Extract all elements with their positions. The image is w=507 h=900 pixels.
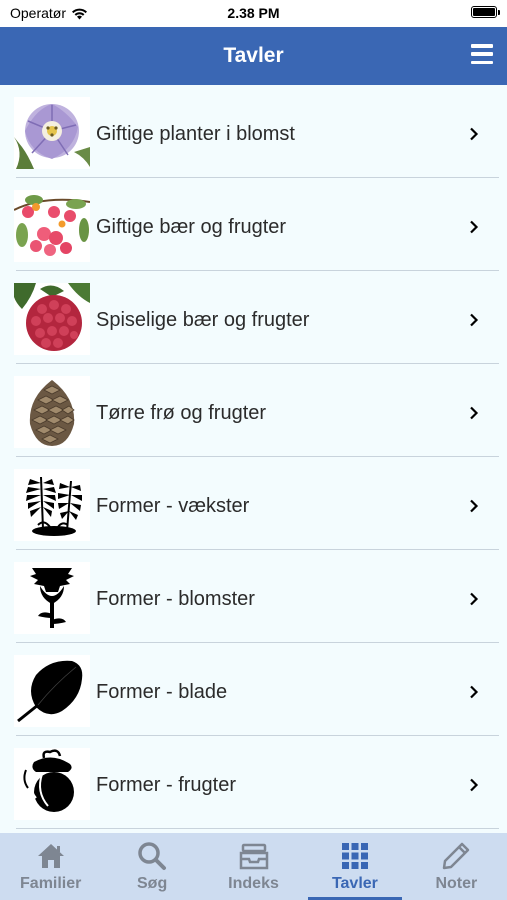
list-item-label: Giftige bær og frugter (96, 216, 287, 238)
flower-silhouette-icon (14, 562, 90, 634)
list-item[interactable]: Former - frugter (0, 736, 507, 829)
page-title: Tavler (223, 44, 284, 67)
chevron-right-icon (470, 499, 479, 513)
raspberry-icon (14, 283, 90, 355)
pencil-icon (443, 842, 470, 870)
fern-silhouette-icon (14, 469, 90, 541)
list-item-label: Former - blade (96, 681, 228, 703)
leaf-silhouette-icon (14, 655, 90, 727)
list-item-label: Tørre frø og frugter (96, 402, 267, 424)
fruit-silhouette-icon (14, 748, 90, 820)
list-item-label: Former - frugter (96, 774, 237, 796)
chevron-right-icon (470, 685, 479, 699)
archive-box-icon (239, 843, 268, 870)
nav-bar: Tavler (0, 27, 507, 85)
list-item[interactable]: Spiselige bær og frugter (0, 271, 507, 364)
home-icon (37, 844, 64, 868)
list-item[interactable]: Giftige bær og frugter (0, 178, 507, 271)
search-icon (138, 842, 167, 870)
tab-label: Indeks (228, 875, 279, 892)
chevron-right-icon (470, 592, 479, 606)
chevron-right-icon (470, 220, 479, 234)
chevron-right-icon (470, 127, 479, 141)
red-berries-icon (14, 190, 90, 262)
list-item[interactable]: Former - blomster (0, 550, 507, 643)
tab-label: Tavler (331, 875, 378, 892)
list-item-label: Former - blomster (96, 588, 255, 610)
tab-soeg[interactable]: Søg (101, 833, 202, 900)
battery-icon (471, 6, 500, 18)
status-bar: Operatør 2.38 PM (0, 0, 507, 27)
list-item-label: Giftige planter i blomst (96, 123, 295, 145)
tab-label: Søg (137, 875, 168, 892)
grid-icon (341, 843, 368, 869)
list-item[interactable]: Tørre frø og frugter (0, 364, 507, 457)
list-item[interactable]: Former - blade (0, 643, 507, 736)
boards-list: Giftige planter i blomst Giftige bær og … (0, 85, 507, 833)
list-item[interactable]: Former - vækster (0, 457, 507, 550)
tab-familier[interactable]: Familier (0, 833, 101, 900)
status-time: 2.38 PM (227, 5, 280, 21)
tab-tavler[interactable]: Tavler (304, 833, 405, 900)
chevron-right-icon (470, 778, 479, 792)
hamburger-menu-icon[interactable] (471, 44, 493, 64)
tab-noter[interactable]: Noter (406, 833, 507, 900)
chevron-right-icon (470, 406, 479, 420)
tab-label: Noter (435, 875, 478, 892)
list-item[interactable]: Giftige planter i blomst (0, 85, 507, 178)
chevron-right-icon (470, 313, 479, 327)
tab-bar: Familier Søg Indeks Tavler Noter (0, 833, 507, 900)
tab-indeks[interactable]: Indeks (203, 833, 304, 900)
purple-flower-icon (14, 97, 90, 169)
list-item-label: Former - vækster (96, 495, 250, 517)
pine-cone-icon (14, 376, 90, 448)
tab-label: Familier (20, 875, 82, 892)
list-item-label: Spiselige bær og frugter (96, 309, 310, 331)
